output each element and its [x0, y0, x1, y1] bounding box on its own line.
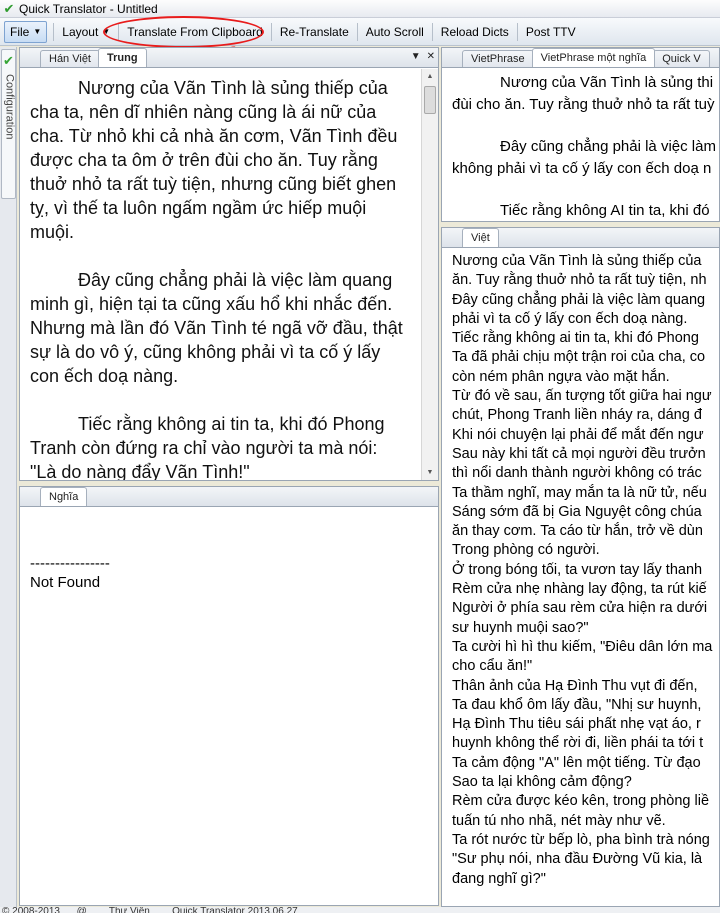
- pane-controls: ▼ ✕: [411, 51, 435, 63]
- viet-line: Thân ảnh của Hạ Đình Thu vụt đi đến,: [452, 677, 698, 694]
- vietphrase-pane: VietPhrase VietPhrase một nghĩa Quick V …: [441, 47, 720, 222]
- vietphrase-line: Nương của Vãn Tình là sủng thi: [500, 74, 714, 91]
- meaning-text-area[interactable]: ---------------- Not Found: [20, 508, 438, 905]
- configuration-side-tab[interactable]: ✔ Configuration: [1, 49, 16, 199]
- main-toolbar: File ▼ Layout ▼ Translate From Clipboard…: [0, 18, 720, 46]
- viet-line: Hạ Đình Thu tiêu sái phất nhẹ vạt áo, r: [452, 716, 701, 733]
- viet-line: Ở trong bóng tối, ta vươn tay lấy thanh: [452, 561, 703, 578]
- viet-line: Khi nói chuyện lại phải để mắt đến ngư: [452, 426, 704, 443]
- scroll-down-icon[interactable]: ▼: [422, 465, 438, 480]
- viet-line: Tiếc rằng không ai tin ta, khi đó Phong: [452, 330, 699, 347]
- translate-from-clipboard-button[interactable]: Translate From Clipboard: [121, 21, 269, 43]
- viet-line: Sao ta lại không cảm động?: [452, 774, 632, 791]
- viet-line: tuấn tú nho nhã, nét mày như vẽ.: [452, 812, 666, 829]
- viet-line: Ta rót nước từ bếp lò, pha bình trà nóng: [452, 831, 710, 848]
- viet-line: huynh không thể rời đi, liền phái ta tới…: [452, 735, 704, 752]
- viet-line: Đây cũng chẳng phải là việc làm quang: [452, 291, 706, 308]
- vietphrase-line: Đây cũng chẳng phải là việc làm: [500, 138, 716, 155]
- configuration-label: Configuration: [3, 74, 16, 140]
- app-window: ✔ Quick Translator - Untitled File ▼ Lay…: [0, 0, 720, 913]
- vietphrase-line: Tiếc rằng không AI tin ta, khi đó: [500, 202, 710, 219]
- chevron-down-icon: ▼: [102, 27, 111, 36]
- viet-line: Nương của Vãn Tình là sủng thiếp của: [452, 253, 702, 269]
- file-menu-label: File: [10, 24, 30, 39]
- file-menu-button[interactable]: File ▼: [4, 20, 48, 43]
- viet-line: cho cẩu ăn!": [452, 658, 533, 675]
- chevron-down-icon: ▼: [33, 27, 42, 36]
- viet-line: Rèm cửa nhẹ nhàng lay động, ta rút kiế: [452, 581, 707, 598]
- layout-menu-button[interactable]: Layout ▼: [56, 21, 116, 43]
- source-scrollbar[interactable]: ▲ ▼: [421, 69, 438, 480]
- chinese-source-pane: Hán Việt Trung ▼ ✕ Nương của Vãn Tình là…: [19, 47, 439, 481]
- toolbar-separator: [53, 22, 55, 41]
- viet-line: phải vì ta cố ý lấy con ếch doạ nàng.: [452, 310, 688, 327]
- viet-line: Rèm cửa được kéo kên, trong phòng liề: [452, 793, 710, 810]
- check-icon: ✔: [3, 53, 14, 68]
- app-check-icon: ✔: [3, 0, 15, 16]
- viet-line: đang nghĩ gì?": [452, 870, 546, 887]
- viet-tab-bar: Việt: [442, 228, 719, 248]
- viet-line: Sau này khi tất cả mọi người đều trưởn: [452, 445, 706, 462]
- source-paragraph: Tiếc rằng không ai tin ta, khi đó Phong …: [30, 414, 385, 480]
- source-paragraph: Đây cũng chẳng phải là việc làm quang mi…: [30, 270, 403, 386]
- scroll-thumb[interactable]: [424, 86, 436, 114]
- viet-line: Từ đó về sau, ấn tượng tốt giữa hai ngư: [452, 388, 712, 405]
- toolbar-separator: [431, 22, 433, 41]
- scroll-up-icon[interactable]: ▲: [422, 69, 438, 84]
- post-ttv-button[interactable]: Post TTV: [520, 21, 582, 43]
- tab-vietphrase[interactable]: VietPhrase: [462, 50, 534, 67]
- toolbar-separator: [516, 22, 518, 41]
- viet-line: thì nổi danh thành người không có trác: [452, 465, 702, 482]
- meaning-result: Not Found: [30, 574, 101, 591]
- retranslate-button[interactable]: Re-Translate: [274, 21, 355, 43]
- reload-dicts-button[interactable]: Reload Dicts: [435, 21, 515, 43]
- layout-menu-label: Layout: [62, 24, 99, 39]
- vietphrase-line: đùi cho ăn. Tuy rằng thuở nhỏ ta rất tuỳ: [452, 96, 715, 113]
- viet-line: sư huynh muội sao?": [452, 619, 589, 636]
- window-title: Quick Translator - Untitled: [19, 1, 158, 16]
- dropdown-icon[interactable]: ▼: [411, 51, 421, 63]
- close-icon[interactable]: ✕: [427, 51, 435, 63]
- tab-quick-viet[interactable]: Quick V: [653, 50, 710, 67]
- auto-scroll-button[interactable]: Auto Scroll: [360, 21, 430, 43]
- viet-line: Trong phòng có người.: [452, 542, 600, 559]
- viet-line: còn ném phân ngựa vào mặt hắn.: [452, 368, 670, 385]
- viet-pane: Việt Nương của Vãn Tình là sủng thiếp củ…: [441, 227, 720, 907]
- viet-line: ăn thay cơm. Ta cáo từ hắn, trở về dùn: [452, 523, 703, 540]
- tab-nghia[interactable]: Nghĩa: [40, 487, 88, 506]
- viet-line: Ta đã phải chịu một trận roi của cha, co: [452, 349, 706, 366]
- vietphrase-tab-bar: VietPhrase VietPhrase một nghĩa Quick V: [442, 48, 719, 68]
- viet-text-area[interactable]: Nương của Vãn Tình là sủng thiếp của ăn. …: [442, 249, 719, 906]
- toolbar-separator: [270, 22, 272, 41]
- viet-line: Ta cười hì hì thu kiếm, "Điêu dân lớn ma: [452, 638, 713, 655]
- viet-line: "Sư phụ nói, nha đầu Đường Vũ kia, là: [452, 851, 703, 868]
- viet-line: Ta cảm động "A" lên một tiếng. Từ đạo: [452, 754, 701, 771]
- source-tab-bar: Hán Việt Trung: [20, 48, 438, 68]
- viet-line: Ta đau khổ ôm lấy đầu, "Nhị sư huynh,: [452, 696, 702, 713]
- vietphrase-line: không phải vì ta cố ý lấy con ếch doạ n: [452, 160, 712, 177]
- source-text-area[interactable]: Nương của Vãn Tình là sủng thiếp của cha…: [20, 69, 421, 480]
- tab-viet[interactable]: Việt: [462, 228, 499, 247]
- viet-line: Người ở phía sau rèm cửa hiện ra dưới: [452, 600, 708, 617]
- title-bar: ✔ Quick Translator - Untitled: [0, 0, 720, 18]
- source-paragraph: Nương của Vãn Tình là sủng thiếp của cha…: [30, 78, 398, 242]
- status-bar: © 2008-2013 __ @ ___ Thư Viện ___ Quick …: [0, 907, 720, 913]
- tab-vietphrase-mot-nghia[interactable]: VietPhrase một nghĩa: [531, 48, 656, 67]
- tab-trung[interactable]: Trung: [98, 48, 147, 67]
- viet-line: chút, Phong Tranh liền nháy ra, dáng đ: [452, 407, 702, 424]
- viet-line: Sáng sớm đã bị Gia Nguyệt công chúa: [452, 503, 702, 520]
- tab-han-viet[interactable]: Hán Việt: [40, 50, 100, 67]
- meaning-pane: Nghĩa ---------------- Not Found: [19, 486, 439, 906]
- meaning-separator: ----------------: [30, 555, 110, 572]
- viet-line: ăn. Tuy rằng thuở nhỏ ta rất tuỳ tiện, n…: [452, 272, 707, 289]
- meaning-tab-bar: Nghĩa: [20, 487, 438, 507]
- left-side-strip: ✔ Configuration: [0, 47, 17, 907]
- toolbar-separator: [356, 22, 358, 41]
- viet-line: Ta thầm nghĩ, may mắn ta là nữ tử, nếu: [452, 484, 707, 501]
- vietphrase-text-area[interactable]: Nương của Vãn Tình là sủng thi đùi cho ă…: [442, 69, 719, 221]
- toolbar-separator: [118, 22, 120, 41]
